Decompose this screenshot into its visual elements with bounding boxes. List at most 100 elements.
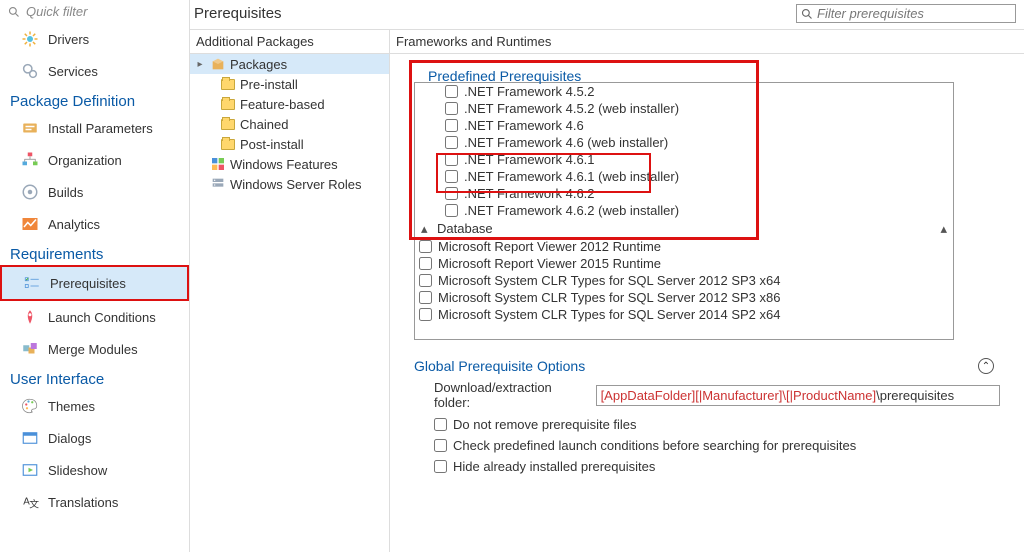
prereq-item[interactable]: Microsoft Report Viewer 2015 Runtime (415, 255, 953, 272)
prereq-checkbox[interactable] (419, 308, 432, 321)
prereq-checkbox[interactable] (419, 274, 432, 287)
tree-node-pre-install[interactable]: Pre-install (216, 74, 389, 94)
prereq-checkbox[interactable] (445, 85, 458, 98)
prereq-checkbox[interactable] (419, 240, 432, 253)
nav-item-label: Drivers (48, 32, 89, 47)
prereq-label: .NET Framework 4.6.1 (464, 152, 595, 167)
prereq-item[interactable]: .NET Framework 4.6 (415, 117, 953, 134)
install-params-icon (20, 118, 40, 138)
tree-node-post-install[interactable]: Post-install (216, 134, 389, 154)
prereq-checkbox[interactable] (445, 119, 458, 132)
nav-item-dialogs[interactable]: Dialogs (0, 422, 189, 454)
prereq-item[interactable]: .NET Framework 4.5.2 (web installer) (415, 100, 953, 117)
tree-header: Additional Packages (190, 30, 389, 54)
tree-node-label: Packages (230, 57, 287, 72)
tree-node-label: Windows Features (230, 157, 338, 172)
tree-node-packages[interactable]: ▸ Packages (190, 54, 389, 74)
nav-item-label: Install Parameters (48, 121, 153, 136)
nav-item-install-parameters[interactable]: Install Parameters (0, 112, 189, 144)
filter-prerequisites-input[interactable]: Filter prerequisites (796, 4, 1016, 23)
prereq-label: Microsoft Report Viewer 2015 Runtime (438, 256, 661, 271)
prereq-checkbox[interactable] (445, 102, 458, 115)
option-label: Check predefined launch conditions befor… (453, 438, 856, 453)
prerequisites-icon (22, 273, 42, 293)
prereq-item[interactable]: .NET Framework 4.6.1 (web installer) (415, 168, 953, 185)
prereq-label: Microsoft Report Viewer 2012 Runtime (438, 239, 661, 254)
prereq-group-database[interactable]: ▴ Database ▴ (415, 219, 953, 238)
nav-item-slideshow[interactable]: Slideshow (0, 454, 189, 486)
collapse-toggle-icon[interactable]: ⌃ (978, 358, 994, 374)
additional-packages-tree: Additional Packages ▸ Packages Pre-insta… (190, 30, 390, 552)
nav-item-drivers[interactable]: Drivers (0, 23, 189, 55)
tree-node-label: Feature-based (240, 97, 325, 112)
collapse-caret-icon[interactable]: ▴ (421, 221, 428, 237)
nav-item-themes[interactable]: Themes (0, 390, 189, 422)
download-folder-variable: [AppDataFolder][|Manufacturer]\[|Product… (601, 388, 877, 403)
tree-node-label: Chained (240, 117, 288, 132)
nav-item-translations[interactable]: A文 Translations (0, 486, 189, 518)
windows-features-icon (210, 156, 226, 172)
prereq-label: .NET Framework 4.6 (web installer) (464, 135, 668, 150)
prereq-checkbox[interactable] (445, 153, 458, 166)
tree-node-feature-based[interactable]: Feature-based (216, 94, 389, 114)
nav-item-label: Analytics (48, 217, 100, 232)
nav-item-services[interactable]: Services (0, 55, 189, 87)
nav-item-organization[interactable]: Organization (0, 144, 189, 176)
prereq-checkbox[interactable] (445, 170, 458, 183)
prereq-item[interactable]: Microsoft System CLR Types for SQL Serve… (415, 306, 953, 323)
nav-item-merge-modules[interactable]: Merge Modules (0, 333, 189, 365)
filter-placeholder: Filter prerequisites (817, 6, 924, 21)
nav-item-launch-conditions[interactable]: Launch Conditions (0, 301, 189, 333)
prereq-checkbox[interactable] (445, 136, 458, 149)
nav-item-label: Organization (48, 153, 122, 168)
tree-toggle-icon[interactable]: ▸ (194, 59, 206, 70)
nav-item-analytics[interactable]: Analytics (0, 208, 189, 240)
prereq-item[interactable]: .NET Framework 4.6.2 (415, 185, 953, 202)
quick-filter-placeholder: Quick filter (26, 4, 87, 19)
nav-section-requirements: Requirements (0, 240, 189, 265)
option-label: Do not remove prerequisite files (453, 417, 637, 432)
download-folder-label: Download/extraction folder: (434, 380, 586, 410)
drivers-icon (20, 29, 40, 49)
prereq-item[interactable]: .NET Framework 4.6.2 (web installer) (415, 202, 953, 219)
prereq-label: .NET Framework 4.5.2 (web installer) (464, 101, 679, 116)
nav-item-prerequisites[interactable]: Prerequisites (0, 265, 189, 301)
nav-item-label: Prerequisites (50, 276, 126, 291)
option-do-not-remove[interactable]: Do not remove prerequisite files (414, 414, 1000, 435)
prereq-checkbox[interactable] (419, 291, 432, 304)
packages-icon (210, 56, 226, 72)
frameworks-header: Frameworks and Runtimes (390, 30, 1024, 54)
slideshow-icon (20, 460, 40, 480)
tree-node-windows-server-roles[interactable]: Windows Server Roles (190, 174, 389, 194)
option-checkbox[interactable] (434, 439, 447, 452)
merge-modules-icon (20, 339, 40, 359)
prereq-checkbox[interactable] (445, 187, 458, 200)
option-check-launch-conditions[interactable]: Check predefined launch conditions befor… (414, 435, 1000, 456)
prereq-item[interactable]: .NET Framework 4.6.1 (415, 151, 953, 168)
prereq-label: Microsoft System CLR Types for SQL Serve… (438, 290, 780, 305)
option-hide-installed[interactable]: Hide already installed prerequisites (414, 456, 1000, 477)
prereq-item[interactable]: Microsoft System CLR Types for SQL Serve… (415, 289, 953, 306)
quick-filter[interactable]: Quick filter (0, 0, 189, 23)
tree-node-windows-features[interactable]: Windows Features (190, 154, 389, 174)
launch-cond-icon (20, 307, 40, 327)
nav-item-label: Merge Modules (48, 342, 138, 357)
prereq-checkbox[interactable] (419, 257, 432, 270)
prereq-checkbox[interactable] (445, 204, 458, 217)
prereq-label: .NET Framework 4.6.2 (web installer) (464, 203, 679, 218)
services-icon (20, 61, 40, 81)
folder-icon (220, 136, 236, 152)
option-checkbox[interactable] (434, 418, 447, 431)
prereq-item[interactable]: .NET Framework 4.6 (web installer) (415, 134, 953, 151)
prereq-item[interactable]: .NET Framework 4.5.2 (415, 83, 953, 100)
nav-item-builds[interactable]: Builds (0, 176, 189, 208)
tree-node-chained[interactable]: Chained (216, 114, 389, 134)
prereq-item[interactable]: Microsoft System CLR Types for SQL Serve… (415, 272, 953, 289)
option-checkbox[interactable] (434, 460, 447, 473)
predefined-prerequisites-list[interactable]: .NET Framework 4.5.2 .NET Framework 4.5.… (414, 82, 954, 340)
windows-server-roles-icon (210, 176, 226, 192)
analytics-icon (20, 214, 40, 234)
collapse-caret-icon[interactable]: ▴ (940, 221, 947, 237)
prereq-item[interactable]: Microsoft Report Viewer 2012 Runtime (415, 238, 953, 255)
download-folder-input[interactable]: [AppDataFolder][|Manufacturer]\[|Product… (596, 385, 1000, 406)
